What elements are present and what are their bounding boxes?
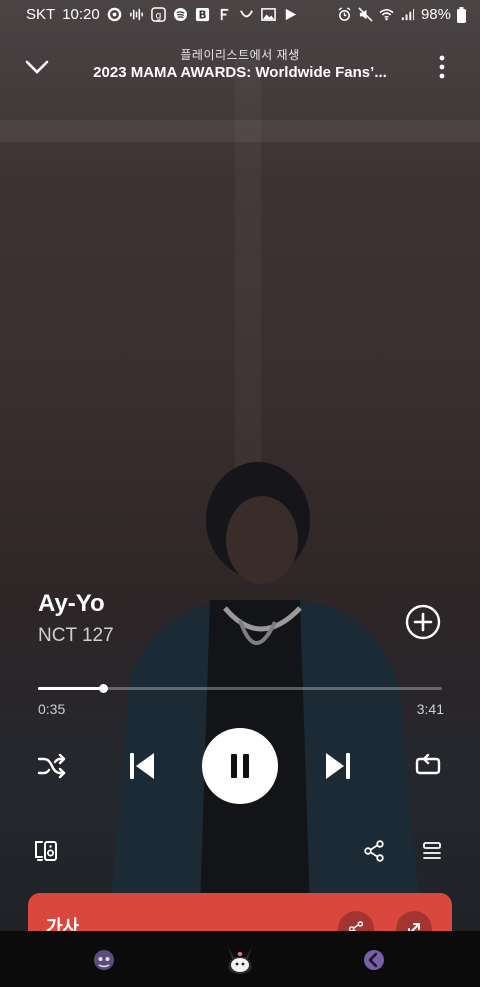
battery-icon: [457, 6, 466, 23]
pause-icon: [231, 754, 249, 778]
elapsed-time: 0:35: [38, 701, 66, 717]
nav-back-button[interactable]: [356, 943, 392, 977]
carrier-label: SKT: [26, 6, 56, 23]
add-to-library-button[interactable]: [402, 601, 444, 643]
wifi-icon: [379, 9, 394, 21]
connect-device-button[interactable]: [28, 834, 64, 868]
skip-previous-icon: [130, 753, 154, 779]
svg-text:B: B: [198, 10, 206, 22]
track-artist[interactable]: NCT 127: [38, 625, 114, 647]
repeat-icon: [415, 753, 441, 775]
now-playing-screen: SKT 10:20 g B 98% 플레이리스트에서 재생 2023 MAMA …: [0, 0, 480, 987]
smile-icon: [239, 10, 253, 18]
signal-icon: [401, 8, 415, 21]
add-circle-icon: [405, 604, 441, 640]
progress-fill: [38, 687, 103, 690]
playback-progress-slider[interactable]: [38, 684, 442, 693]
more-options-button[interactable]: [426, 48, 458, 86]
repeat-button[interactable]: [408, 746, 448, 786]
record-icon: [107, 7, 122, 22]
shuffle-icon: [37, 753, 66, 779]
playlist-title[interactable]: 2023 MAMA AWARDS: Worldwide Fans’...: [70, 64, 410, 81]
svg-text:g: g: [155, 10, 161, 21]
f-app-icon: [220, 8, 228, 21]
status-bar: SKT 10:20 g B 98%: [0, 0, 480, 30]
audio-wave-icon: [129, 8, 143, 21]
b-app-icon: B: [195, 7, 209, 22]
background-beam: [235, 60, 261, 480]
track-title: Ay-Yo: [38, 590, 105, 617]
player-header: 플레이리스트에서 재생 2023 MAMA AWARDS: Worldwide …: [0, 40, 480, 90]
back-arrow-icon: [364, 950, 384, 970]
device-speaker-icon: [35, 841, 57, 861]
playing-from-label: 플레이리스트에서 재생: [180, 48, 300, 62]
nav-home-button[interactable]: [218, 941, 262, 979]
clock: 10:20: [62, 6, 100, 23]
ghost-character-icon: [94, 950, 114, 970]
more-vertical-icon: [439, 55, 445, 79]
share-icon: [364, 840, 384, 862]
spotify-icon: [173, 7, 187, 22]
kuromi-character-icon: [228, 947, 252, 974]
shuffle-button[interactable]: [32, 746, 72, 786]
image-icon: [260, 8, 276, 21]
battery-percentage: 98%: [420, 6, 451, 23]
progress-thumb[interactable]: [98, 684, 108, 693]
skip-next-icon: [326, 753, 350, 779]
artist-figure-illustration: [110, 462, 420, 910]
play-pause-button[interactable]: [202, 728, 278, 804]
total-duration: 3:41: [416, 701, 444, 717]
queue-button[interactable]: [416, 834, 448, 868]
share-button[interactable]: [358, 834, 390, 868]
g-app-icon: g: [150, 7, 166, 22]
play-store-icon: [285, 8, 296, 21]
navigation-bar: [0, 931, 480, 987]
next-track-button[interactable]: [316, 744, 360, 788]
alarm-icon: [338, 7, 351, 21]
nav-recents-button[interactable]: [86, 943, 122, 977]
previous-track-button[interactable]: [120, 744, 164, 788]
mute-icon: [358, 7, 373, 22]
queue-icon: [423, 842, 441, 859]
